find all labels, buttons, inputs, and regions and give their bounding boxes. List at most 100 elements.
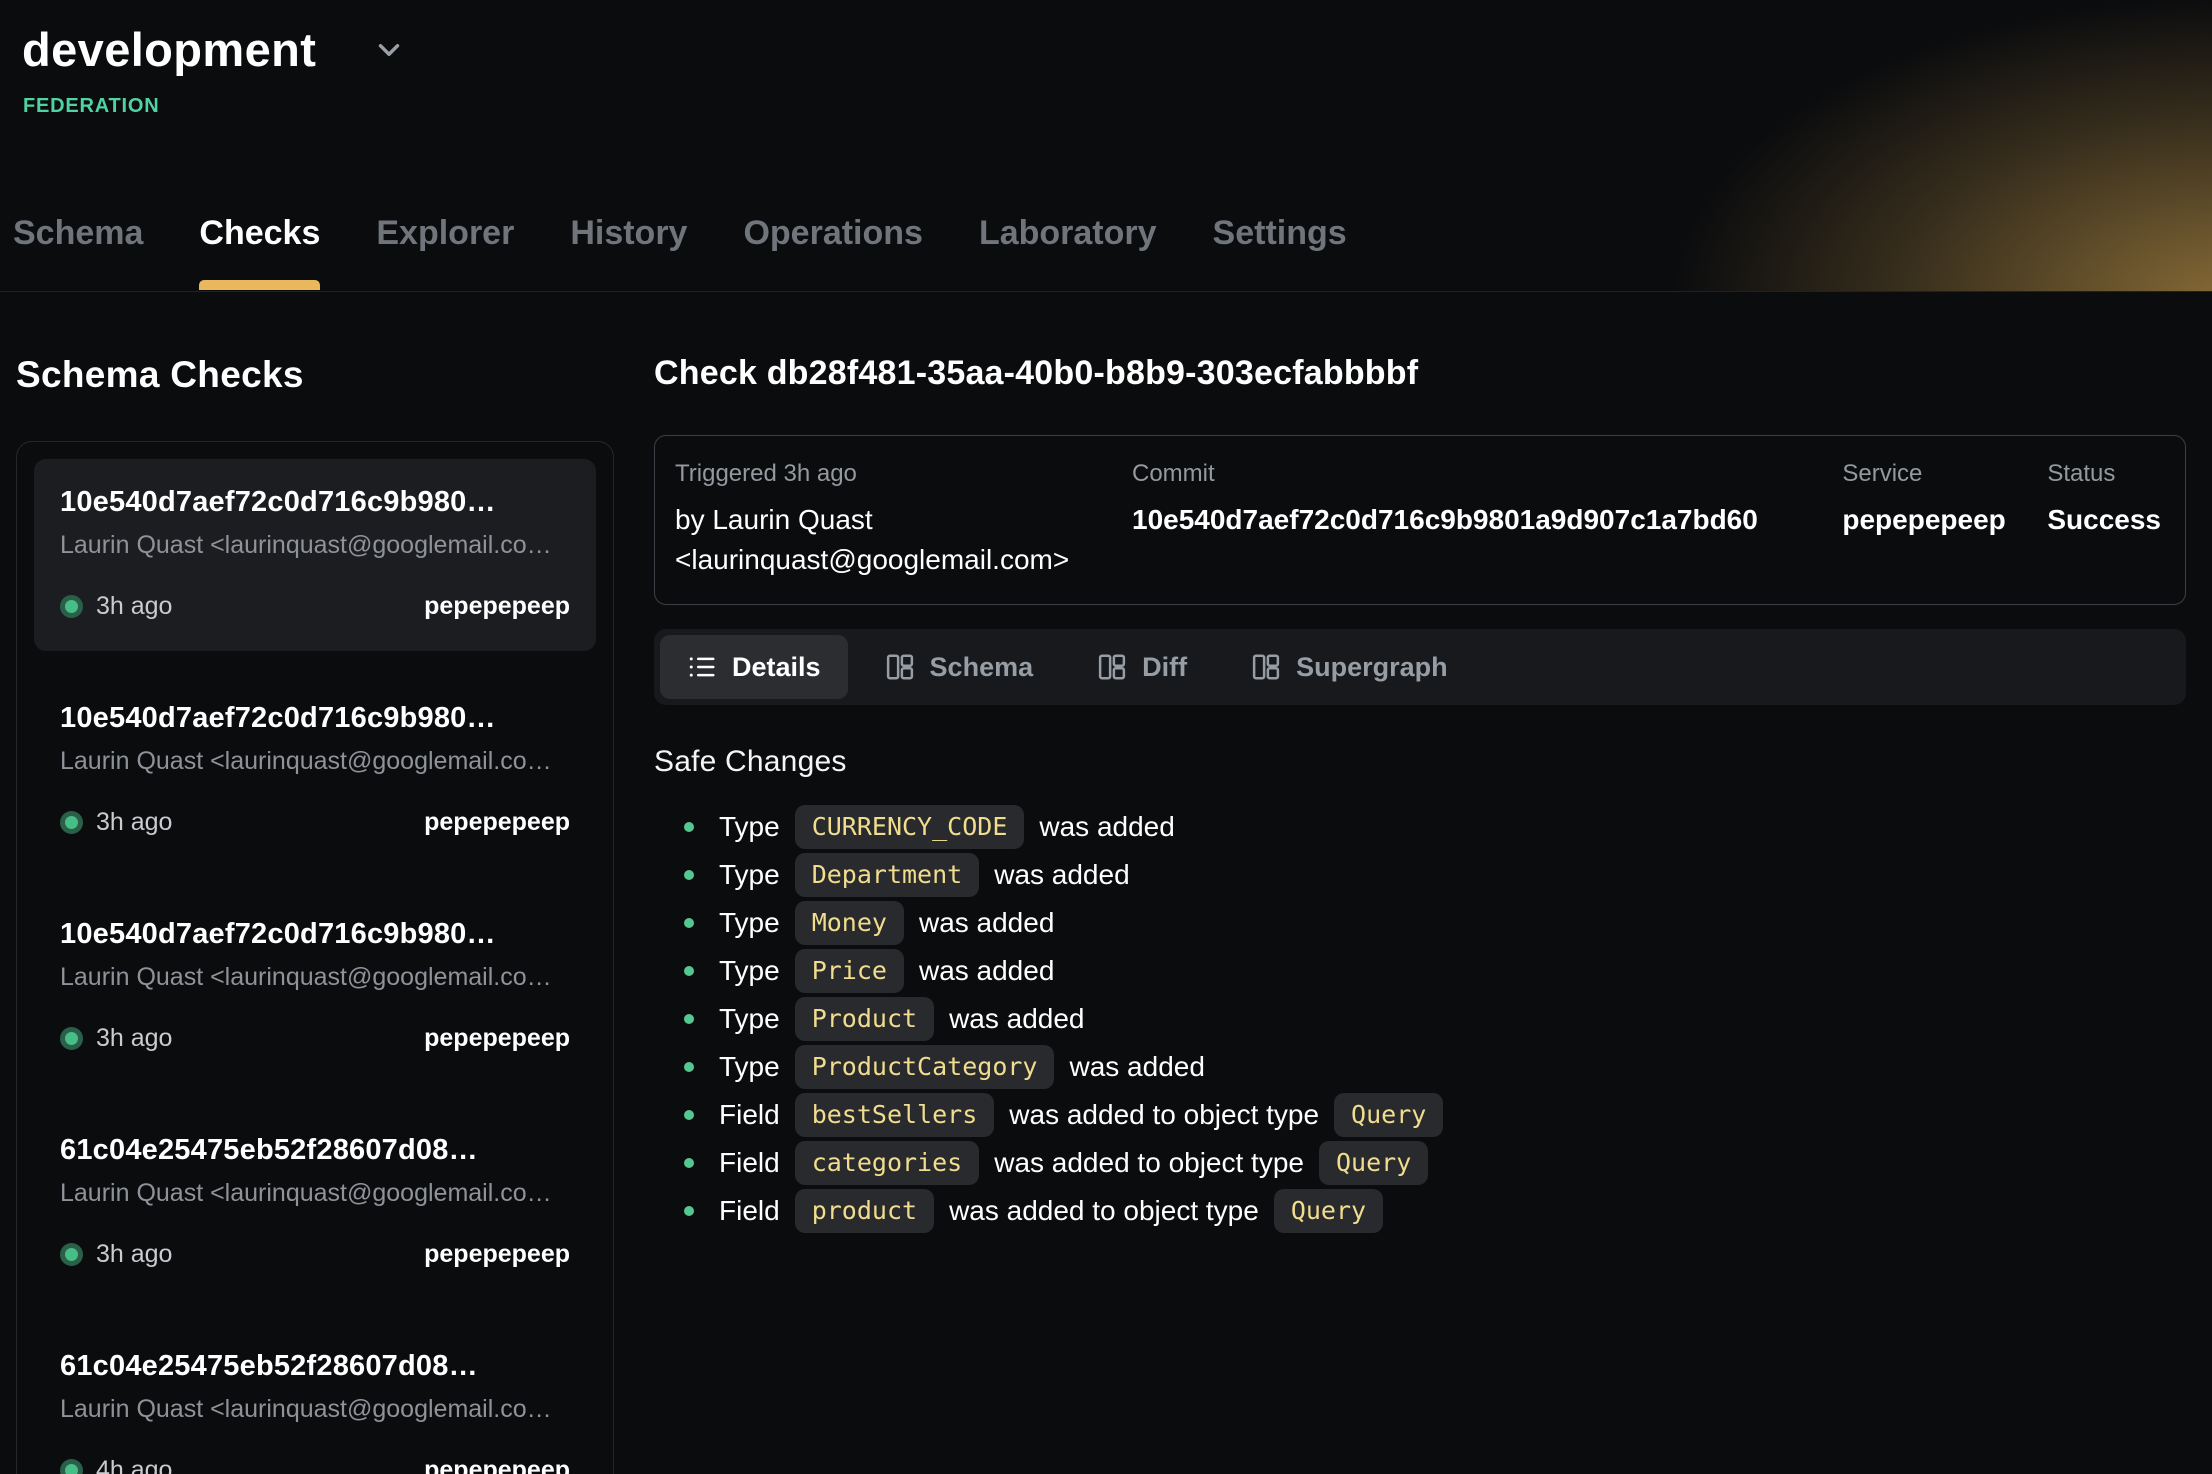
view-tabs: Details Schema Diff Supergraph	[654, 629, 2186, 705]
view-tab-diff[interactable]: Diff	[1070, 635, 1214, 699]
change-text: Type	[719, 1051, 780, 1083]
check-id: 61c04e25475eb52f28607d08…	[60, 1134, 570, 1167]
check-list-item[interactable]: 10e540d7aef72c0d716c9b980… Laurin Quast …	[34, 675, 596, 867]
nav-tab-operations[interactable]: Operations	[743, 214, 922, 291]
check-id: 10e540d7aef72c0d716c9b980…	[60, 486, 570, 519]
view-tab-label: Details	[732, 652, 821, 683]
nav-tab-laboratory[interactable]: Laboratory	[979, 214, 1157, 291]
check-service: pepepepeep	[424, 1240, 570, 1269]
main-panel: Check db28f481-35aa-40b0-b8b9-303ecfabbb…	[654, 292, 2186, 1474]
bullet-icon	[684, 1158, 694, 1168]
nav-tab-settings[interactable]: Settings	[1213, 214, 1347, 291]
summary-status-column: Status Success	[2047, 460, 2161, 540]
view-tab-schema[interactable]: Schema	[858, 635, 1061, 699]
header: development FEDERATION Schema Checks Explo…	[0, 0, 2212, 292]
status-dot-icon	[60, 595, 83, 618]
change-item: TypeProductwas added	[654, 995, 2186, 1043]
columns-icon	[1097, 652, 1127, 682]
status-label: Status	[2047, 460, 2161, 488]
check-summary: Triggered 3h ago by Laurin Quast <laurin…	[654, 435, 2186, 605]
change-text: Type	[719, 955, 780, 987]
check-time-label: 4h ago	[96, 1456, 172, 1474]
check-title: Check db28f481-35aa-40b0-b8b9-303ecfabbb…	[654, 354, 2186, 393]
change-item: TypeProductCategorywas added	[654, 1043, 2186, 1091]
columns-icon	[885, 652, 915, 682]
check-time-label: 3h ago	[96, 808, 172, 837]
change-item: Fieldproductwas added to object typeQuer…	[654, 1187, 2186, 1235]
change-text: was added to object type	[949, 1195, 1259, 1227]
check-time: 4h ago	[60, 1456, 172, 1474]
change-text: Type	[719, 811, 780, 843]
bullet-icon	[684, 1014, 694, 1024]
check-meta: 3h ago pepepepeep	[60, 808, 570, 837]
main-nav: Schema Checks Explorer History Operations Lab…	[13, 214, 1347, 291]
check-time: 3h ago	[60, 1024, 172, 1053]
change-text: Type	[719, 907, 780, 939]
chevron-down-icon[interactable]	[372, 33, 406, 67]
check-author: Laurin Quast <laurinquast@googlemail.co…	[60, 747, 570, 776]
change-text: Field	[719, 1147, 780, 1179]
check-author: Laurin Quast <laurinquast@googlemail.co…	[60, 963, 570, 992]
change-item: FieldbestSellerswas added to object type…	[654, 1091, 2186, 1139]
change-item: Type Money was added	[654, 899, 2186, 947]
commit-label: Commit	[1132, 460, 1842, 488]
nav-tab-schema[interactable]: Schema	[13, 214, 143, 291]
check-author: Laurin Quast <laurinquast@googlemail.co…	[60, 1179, 570, 1208]
change-code-badge: Department	[795, 853, 980, 897]
bullet-icon	[684, 870, 694, 880]
summary-triggered-column: Triggered 3h ago by Laurin Quast <laurin…	[675, 460, 1132, 580]
check-time-label: 3h ago	[96, 1024, 172, 1053]
nav-tab-checks[interactable]: Checks	[199, 214, 320, 291]
change-text: was added	[919, 907, 1054, 939]
check-id: 61c04e25475eb52f28607d08…	[60, 1350, 570, 1383]
check-list-item[interactable]: 10e540d7aef72c0d716c9b980… Laurin Quast …	[34, 891, 596, 1083]
change-text: was added to object type	[1009, 1099, 1319, 1131]
nav-tab-history[interactable]: History	[570, 214, 687, 291]
nav-tab-explorer[interactable]: Explorer	[376, 214, 514, 291]
check-time-label: 3h ago	[96, 592, 172, 621]
check-author: Laurin Quast <laurinquast@googlemail.co…	[60, 1395, 570, 1424]
change-code-badge: Product	[795, 997, 934, 1041]
view-tab-details[interactable]: Details	[660, 635, 848, 699]
change-text: was added	[1039, 811, 1174, 843]
check-time: 3h ago	[60, 1240, 172, 1269]
check-list-item[interactable]: 10e540d7aef72c0d716c9b980… Laurin Quast …	[34, 459, 596, 651]
changes-list: TypeCURRENCY_CODEwas added Type Departmen…	[654, 803, 2186, 1235]
check-id: 10e540d7aef72c0d716c9b980…	[60, 702, 570, 735]
summary-commit-column: Commit 10e540d7aef72c0d716c9b9801a9d907c…	[1132, 460, 1842, 540]
check-author: Laurin Quast <laurinquast@googlemail.co…	[60, 531, 570, 560]
check-list-item[interactable]: 61c04e25475eb52f28607d08… Laurin Quast <…	[34, 1107, 596, 1299]
columns-icon	[1251, 652, 1281, 682]
status-dot-icon	[60, 1459, 83, 1474]
view-tab-label: Schema	[930, 652, 1034, 683]
check-time-label: 3h ago	[96, 1240, 172, 1269]
triggered-by: by Laurin Quast	[675, 500, 1132, 540]
change-code-badge: bestSellers	[795, 1093, 995, 1137]
change-code-badge: Money	[795, 901, 904, 945]
check-service: pepepepeep	[424, 592, 570, 621]
change-code-badge: Query	[1319, 1141, 1428, 1185]
change-item: TypeCURRENCY_CODEwas added	[654, 803, 2186, 851]
view-tab-label: Diff	[1142, 652, 1187, 683]
change-code-badge: Price	[795, 949, 904, 993]
check-meta: 3h ago pepepepeep	[60, 592, 570, 621]
check-time: 3h ago	[60, 808, 172, 837]
project-title: development	[22, 22, 316, 77]
check-id: 10e540d7aef72c0d716c9b980…	[60, 918, 570, 951]
commit-hash: 10e540d7aef72c0d716c9b9801a9d907c1a7bd60	[1132, 500, 1842, 540]
change-code-badge: ProductCategory	[795, 1045, 1055, 1089]
check-list-item[interactable]: 61c04e25475eb52f28607d08… Laurin Quast <…	[34, 1323, 596, 1474]
triggered-label: Triggered 3h ago	[675, 460, 1132, 488]
view-tab-supergraph[interactable]: Supergraph	[1224, 635, 1475, 699]
check-service: pepepepeep	[424, 1456, 570, 1474]
bullet-icon	[684, 1110, 694, 1120]
change-item: TypePricewas added	[654, 947, 2186, 995]
change-code-badge: Query	[1274, 1189, 1383, 1233]
service-label: Service	[1842, 460, 2047, 488]
bullet-icon	[684, 822, 694, 832]
project-type-badge: FEDERATION	[23, 95, 2212, 118]
status-dot-icon	[60, 1027, 83, 1050]
change-text: was added	[949, 1003, 1084, 1035]
check-service: pepepepeep	[424, 808, 570, 837]
status-dot-icon	[60, 1243, 83, 1266]
